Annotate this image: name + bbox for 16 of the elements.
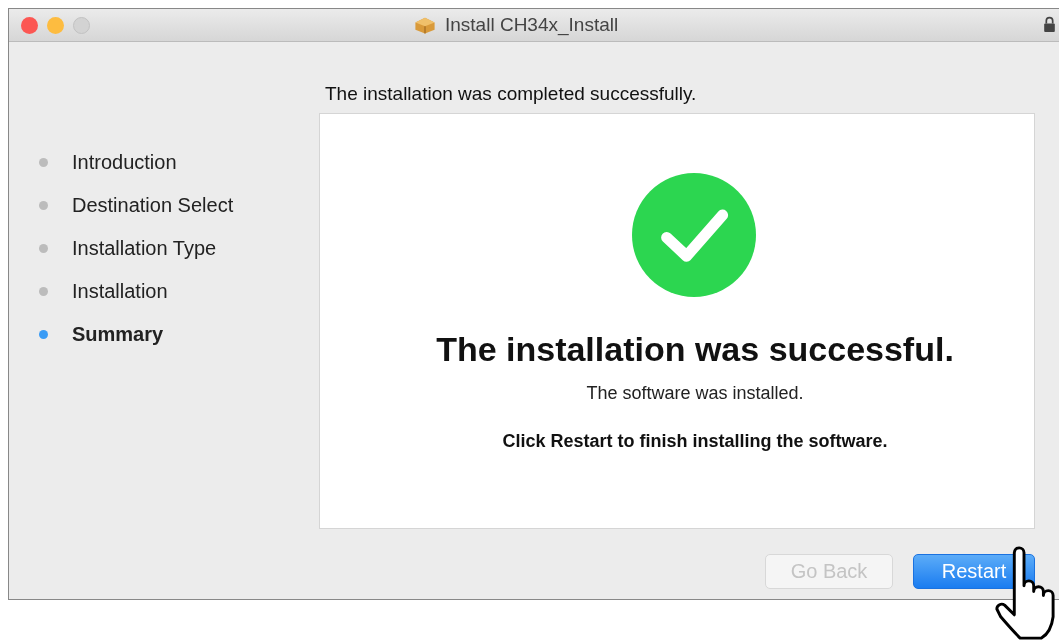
- status-heading: The installation was completed successfully.: [324, 82, 698, 106]
- zoom-button[interactable]: [73, 16, 90, 34]
- minimize-button[interactable]: [47, 16, 64, 34]
- result-instruction: Click Restart to finish installing the software.: [502, 431, 888, 452]
- success-check-icon: [632, 173, 756, 297]
- lock-icon: [1043, 16, 1056, 33]
- step-label: Destination Select: [72, 194, 234, 217]
- window-title: Install CH34x_Install: [445, 14, 619, 36]
- step-label: Summary: [72, 323, 164, 346]
- package-icon: [413, 15, 437, 35]
- result-title: The installation was successful.: [436, 330, 954, 369]
- step-label: Installation: [72, 280, 168, 303]
- result-message: The software was installed.: [586, 383, 804, 404]
- step-label: Introduction: [72, 151, 177, 174]
- step-label: Installation Type: [72, 237, 217, 260]
- close-button[interactable]: [21, 16, 38, 34]
